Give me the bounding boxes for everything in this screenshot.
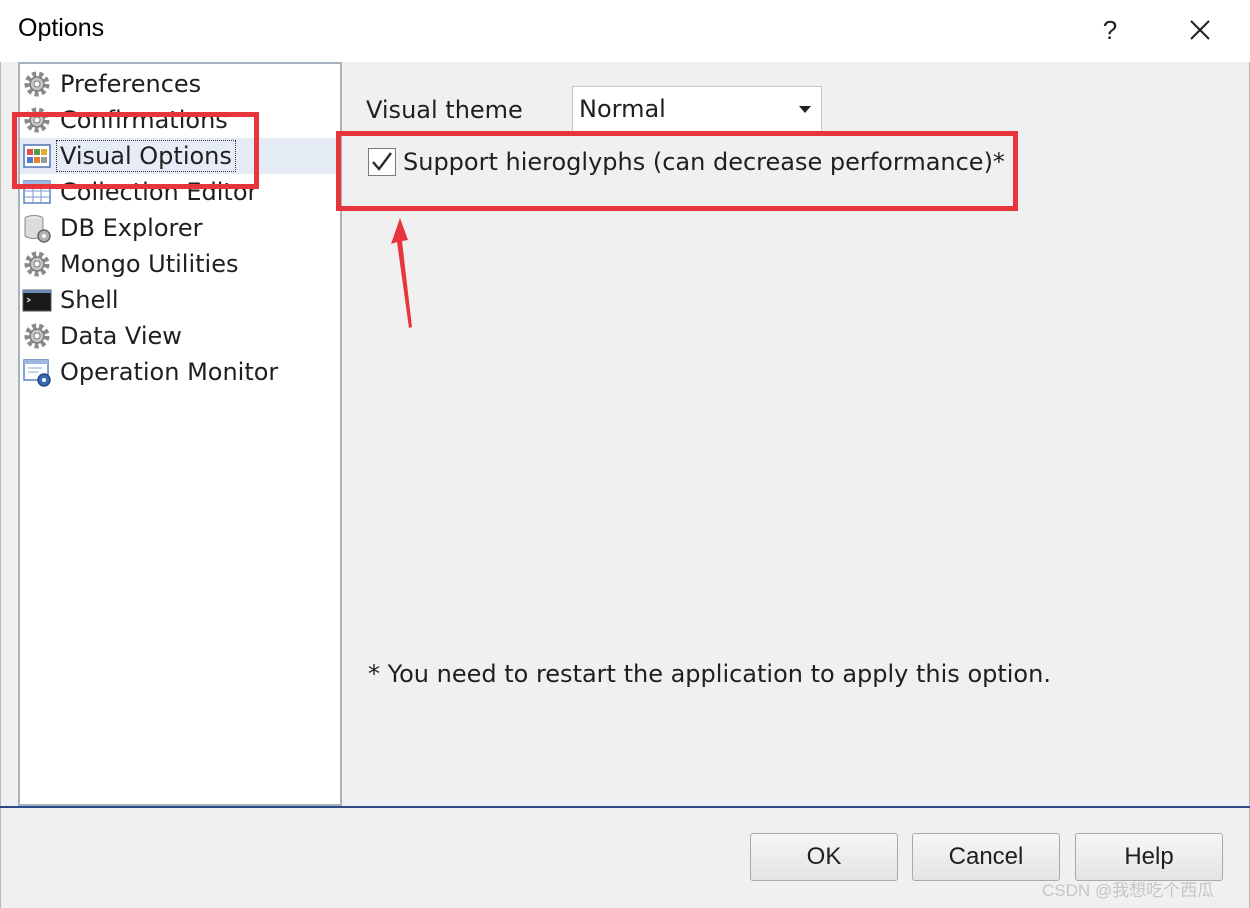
help-button[interactable]: Help [1075,833,1223,881]
tree-item-preferences[interactable]: Preferences [20,66,338,102]
visual-theme-select[interactable]: Normal [572,86,822,132]
tree-item-label: Operation Monitor [60,358,279,386]
footer-separator [0,806,1250,808]
support-hieroglyphs-label[interactable]: Support hieroglyphs (can decrease perfor… [403,148,1005,176]
gear-icon [24,71,50,97]
tree-item-mongo-utilities[interactable]: Mongo Utilities [20,246,338,282]
close-icon [1190,20,1210,40]
monitor-gear-icon [23,359,51,387]
terminal-icon [22,289,52,312]
tree-item-label: Data View [60,322,182,350]
dropdown-arrow-icon[interactable] [799,106,811,113]
tree-item-label: Preferences [60,70,202,98]
annotation-arrow-icon [391,218,412,328]
tree-item-visual-options[interactable]: Visual Options [20,138,338,174]
support-hieroglyphs-checkbox[interactable] [368,148,396,176]
visual-theme-value: Normal [579,95,666,123]
tree-item-shell[interactable]: Shell [20,282,338,318]
tree-item-label: Shell [60,286,119,314]
options-tree[interactable]: Preferences Confirmations Visual Options [18,62,342,806]
restart-note: * You need to restart the application to… [368,660,1051,688]
tree-item-label: Confirmations [60,106,228,134]
database-gear-icon [24,215,51,243]
title-bar: Options ? [0,0,1250,62]
tree-item-label: DB Explorer [60,214,203,242]
watermark: CSDN @我想吃个西瓜 [1042,881,1215,900]
window-title: Options [18,14,105,42]
tree-item-label: Collection Editor [60,178,258,206]
tree-item-confirmations[interactable]: Confirmations [20,102,338,138]
table-grid-icon [23,180,51,204]
close-button[interactable] [1180,10,1220,50]
ok-button[interactable]: OK [750,833,898,881]
tree-item-label: Mongo Utilities [60,250,239,278]
tree-item-collection-editor[interactable]: Collection Editor [20,174,338,210]
help-question-button[interactable]: ? [1092,10,1128,50]
visual-theme-label: Visual theme [366,96,523,124]
visual-grid-icon [23,144,51,168]
gear-icon [24,107,50,133]
cancel-button[interactable]: Cancel [912,833,1060,881]
gear-icon [24,251,50,277]
tree-item-data-view[interactable]: Data View [20,318,338,354]
checkmark-icon [372,152,392,171]
tree-item-operation-monitor[interactable]: Operation Monitor [20,354,338,390]
tree-item-label: Visual Options [56,140,236,172]
tree-item-db-explorer[interactable]: DB Explorer [20,210,338,246]
gear-icon [24,323,50,349]
